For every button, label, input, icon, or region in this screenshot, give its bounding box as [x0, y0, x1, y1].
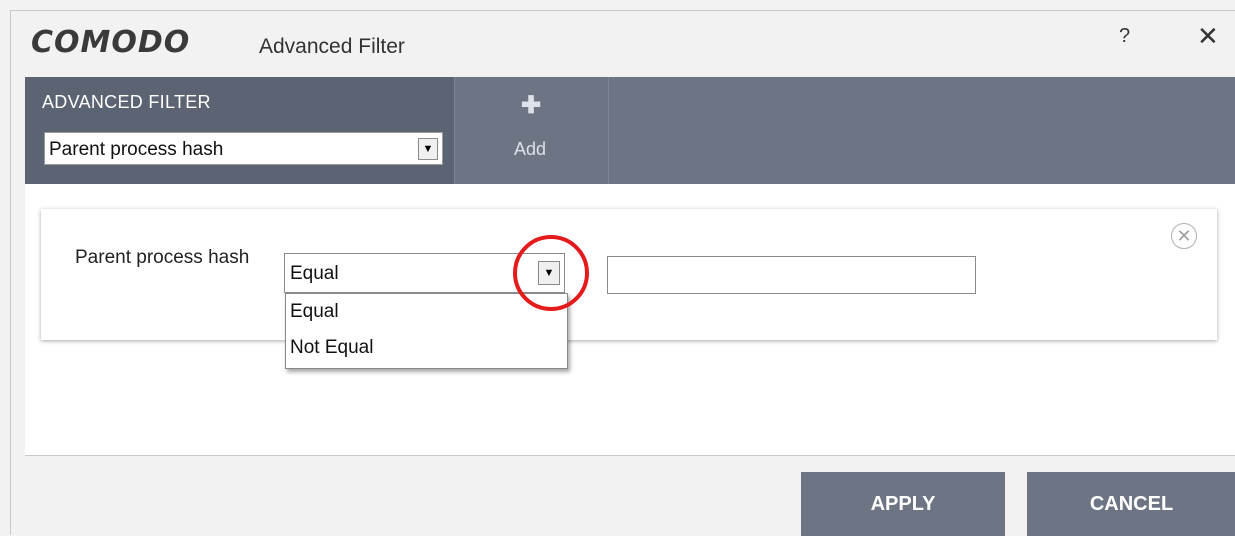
- filter-condition-card: Parent process hash ✕ Equal ▼ Equal Not …: [41, 209, 1217, 369]
- condition-value-input[interactable]: [607, 256, 976, 294]
- add-label: Add: [514, 139, 547, 159]
- close-button[interactable]: ✕: [1197, 21, 1219, 52]
- highlight-circle-annotation: [513, 235, 589, 311]
- help-button[interactable]: ?: [1119, 25, 1130, 48]
- advanced-filter-window: COMODO Advanced Filter ? ✕ ADVANCED FILT…: [10, 10, 1235, 536]
- toolbar: ADVANCED FILTER Parent process hash ▼ ✚ …: [25, 77, 1235, 184]
- filter-type-value: Parent process hash: [49, 139, 224, 160]
- filter-content-area: Parent process hash ✕ Equal ▼ Equal Not …: [25, 184, 1235, 456]
- remove-condition-icon[interactable]: ✕: [1171, 223, 1197, 249]
- window-title: Advanced Filter: [259, 35, 405, 58]
- condition-field-label: Parent process hash: [75, 247, 250, 268]
- operator-option-not-equal[interactable]: Not Equal: [286, 330, 567, 366]
- advanced-filter-section: ADVANCED FILTER Parent process hash ▼: [25, 77, 454, 184]
- apply-button[interactable]: APPLY: [801, 472, 1005, 536]
- comodo-logo: COMODO: [31, 25, 191, 60]
- add-button[interactable]: ✚ Add: [454, 77, 609, 184]
- operator-value: Equal: [290, 263, 339, 284]
- dropdown-arrow-icon[interactable]: ▼: [418, 138, 438, 160]
- title-bar: COMODO Advanced Filter ? ✕: [11, 11, 1235, 81]
- cancel-button[interactable]: CANCEL: [1027, 472, 1235, 536]
- plus-icon: ✚: [521, 92, 542, 119]
- operator-dropdown-list: Equal Not Equal: [285, 293, 568, 369]
- advanced-filter-label: ADVANCED FILTER: [42, 92, 211, 112]
- filter-type-select[interactable]: Parent process hash ▼: [44, 132, 443, 165]
